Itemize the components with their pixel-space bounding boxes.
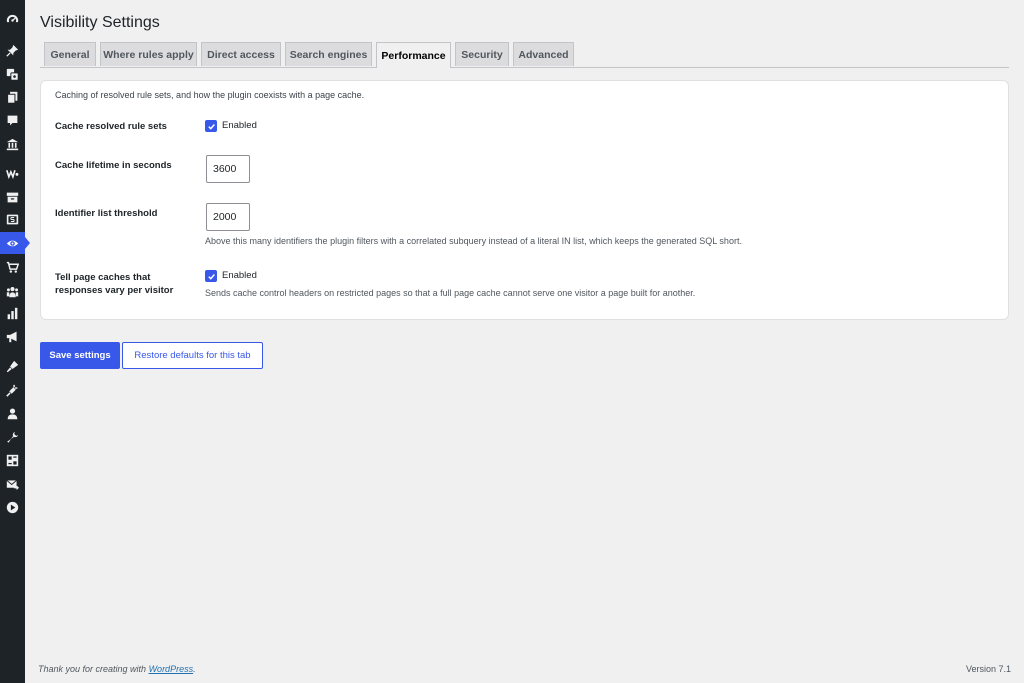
checkmark-icon	[207, 123, 215, 130]
tab-general[interactable]: General	[44, 42, 96, 66]
visibility-icon[interactable]	[0, 232, 25, 254]
mail-icon[interactable]	[0, 473, 25, 495]
settings-tabs: General Where rules apply Direct access …	[40, 42, 1009, 68]
tab-security[interactable]: Security	[455, 42, 509, 66]
panel-intro: Caching of resolved rule sets, and how t…	[55, 90, 365, 100]
pin-icon[interactable]	[0, 39, 25, 61]
bank-icon[interactable]	[0, 133, 25, 155]
footer-thanks: Thank you for creating with WordPress.	[38, 664, 196, 674]
identifier-threshold-input[interactable]	[206, 203, 250, 231]
vary-per-visitor-checkbox-label[interactable]: Enabled	[222, 270, 257, 281]
appearance-icon[interactable]	[0, 355, 25, 377]
tab-search-engines[interactable]: Search engines	[285, 42, 372, 66]
vary-per-visitor-checkbox[interactable]	[205, 270, 217, 282]
vary-per-visitor-label: Tell page caches that responses vary per…	[55, 272, 174, 296]
cache-lifetime-label: Cache lifetime in seconds	[55, 160, 172, 171]
wordpress-link[interactable]: WordPress	[149, 664, 194, 674]
save-settings-button[interactable]: Save settings	[40, 342, 120, 369]
money-icon[interactable]	[0, 208, 25, 230]
footer-thanks-suffix: .	[193, 664, 196, 674]
tab-advanced[interactable]: Advanced	[513, 42, 574, 66]
cache-lifetime-input[interactable]	[206, 155, 250, 183]
cache-resolved-checkbox-label[interactable]: Enabled	[222, 120, 257, 131]
media-icon[interactable]	[0, 63, 25, 85]
groups-icon[interactable]	[0, 280, 25, 302]
settings-icon[interactable]	[0, 449, 25, 471]
identifier-threshold-label: Identifier list threshold	[55, 208, 158, 219]
checkmark-icon	[207, 273, 215, 280]
footer-version: Version 7.1	[965, 664, 1011, 674]
pages-icon[interactable]	[0, 86, 25, 108]
comments-icon[interactable]	[0, 109, 25, 131]
dashboard-icon[interactable]	[0, 9, 25, 31]
main-content: Visibility Settings General Where rules …	[25, 0, 1024, 683]
tab-performance[interactable]: Performance	[376, 42, 451, 68]
cache-resolved-checkbox[interactable]	[205, 120, 217, 132]
tools-icon[interactable]	[0, 426, 25, 448]
archive-icon[interactable]	[0, 186, 25, 208]
identifier-threshold-description: Above this many identifiers the plugin f…	[205, 236, 742, 246]
vary-per-visitor-description: Sends cache control headers on restricte…	[205, 288, 696, 298]
performance-settings-panel: Caching of resolved rule sets, and how t…	[40, 80, 1009, 320]
admin-sidebar	[0, 0, 30, 683]
tab-direct-access[interactable]: Direct access	[201, 42, 281, 66]
restore-defaults-button[interactable]: Restore defaults for this tab	[122, 342, 263, 369]
play-icon[interactable]	[0, 496, 25, 518]
users-icon[interactable]	[0, 402, 25, 424]
page-title: Visibility Settings	[40, 14, 160, 31]
megaphone-icon[interactable]	[0, 325, 25, 347]
plugins-icon[interactable]	[0, 379, 25, 401]
woo-icon[interactable]	[0, 162, 25, 184]
tab-where-rules-apply[interactable]: Where rules apply	[100, 42, 197, 66]
cache-resolved-label: Cache resolved rule sets	[55, 121, 167, 132]
footer-thanks-prefix: Thank you for creating with	[38, 664, 149, 674]
cart-icon[interactable]	[0, 256, 25, 278]
analytics-icon[interactable]	[0, 302, 25, 324]
